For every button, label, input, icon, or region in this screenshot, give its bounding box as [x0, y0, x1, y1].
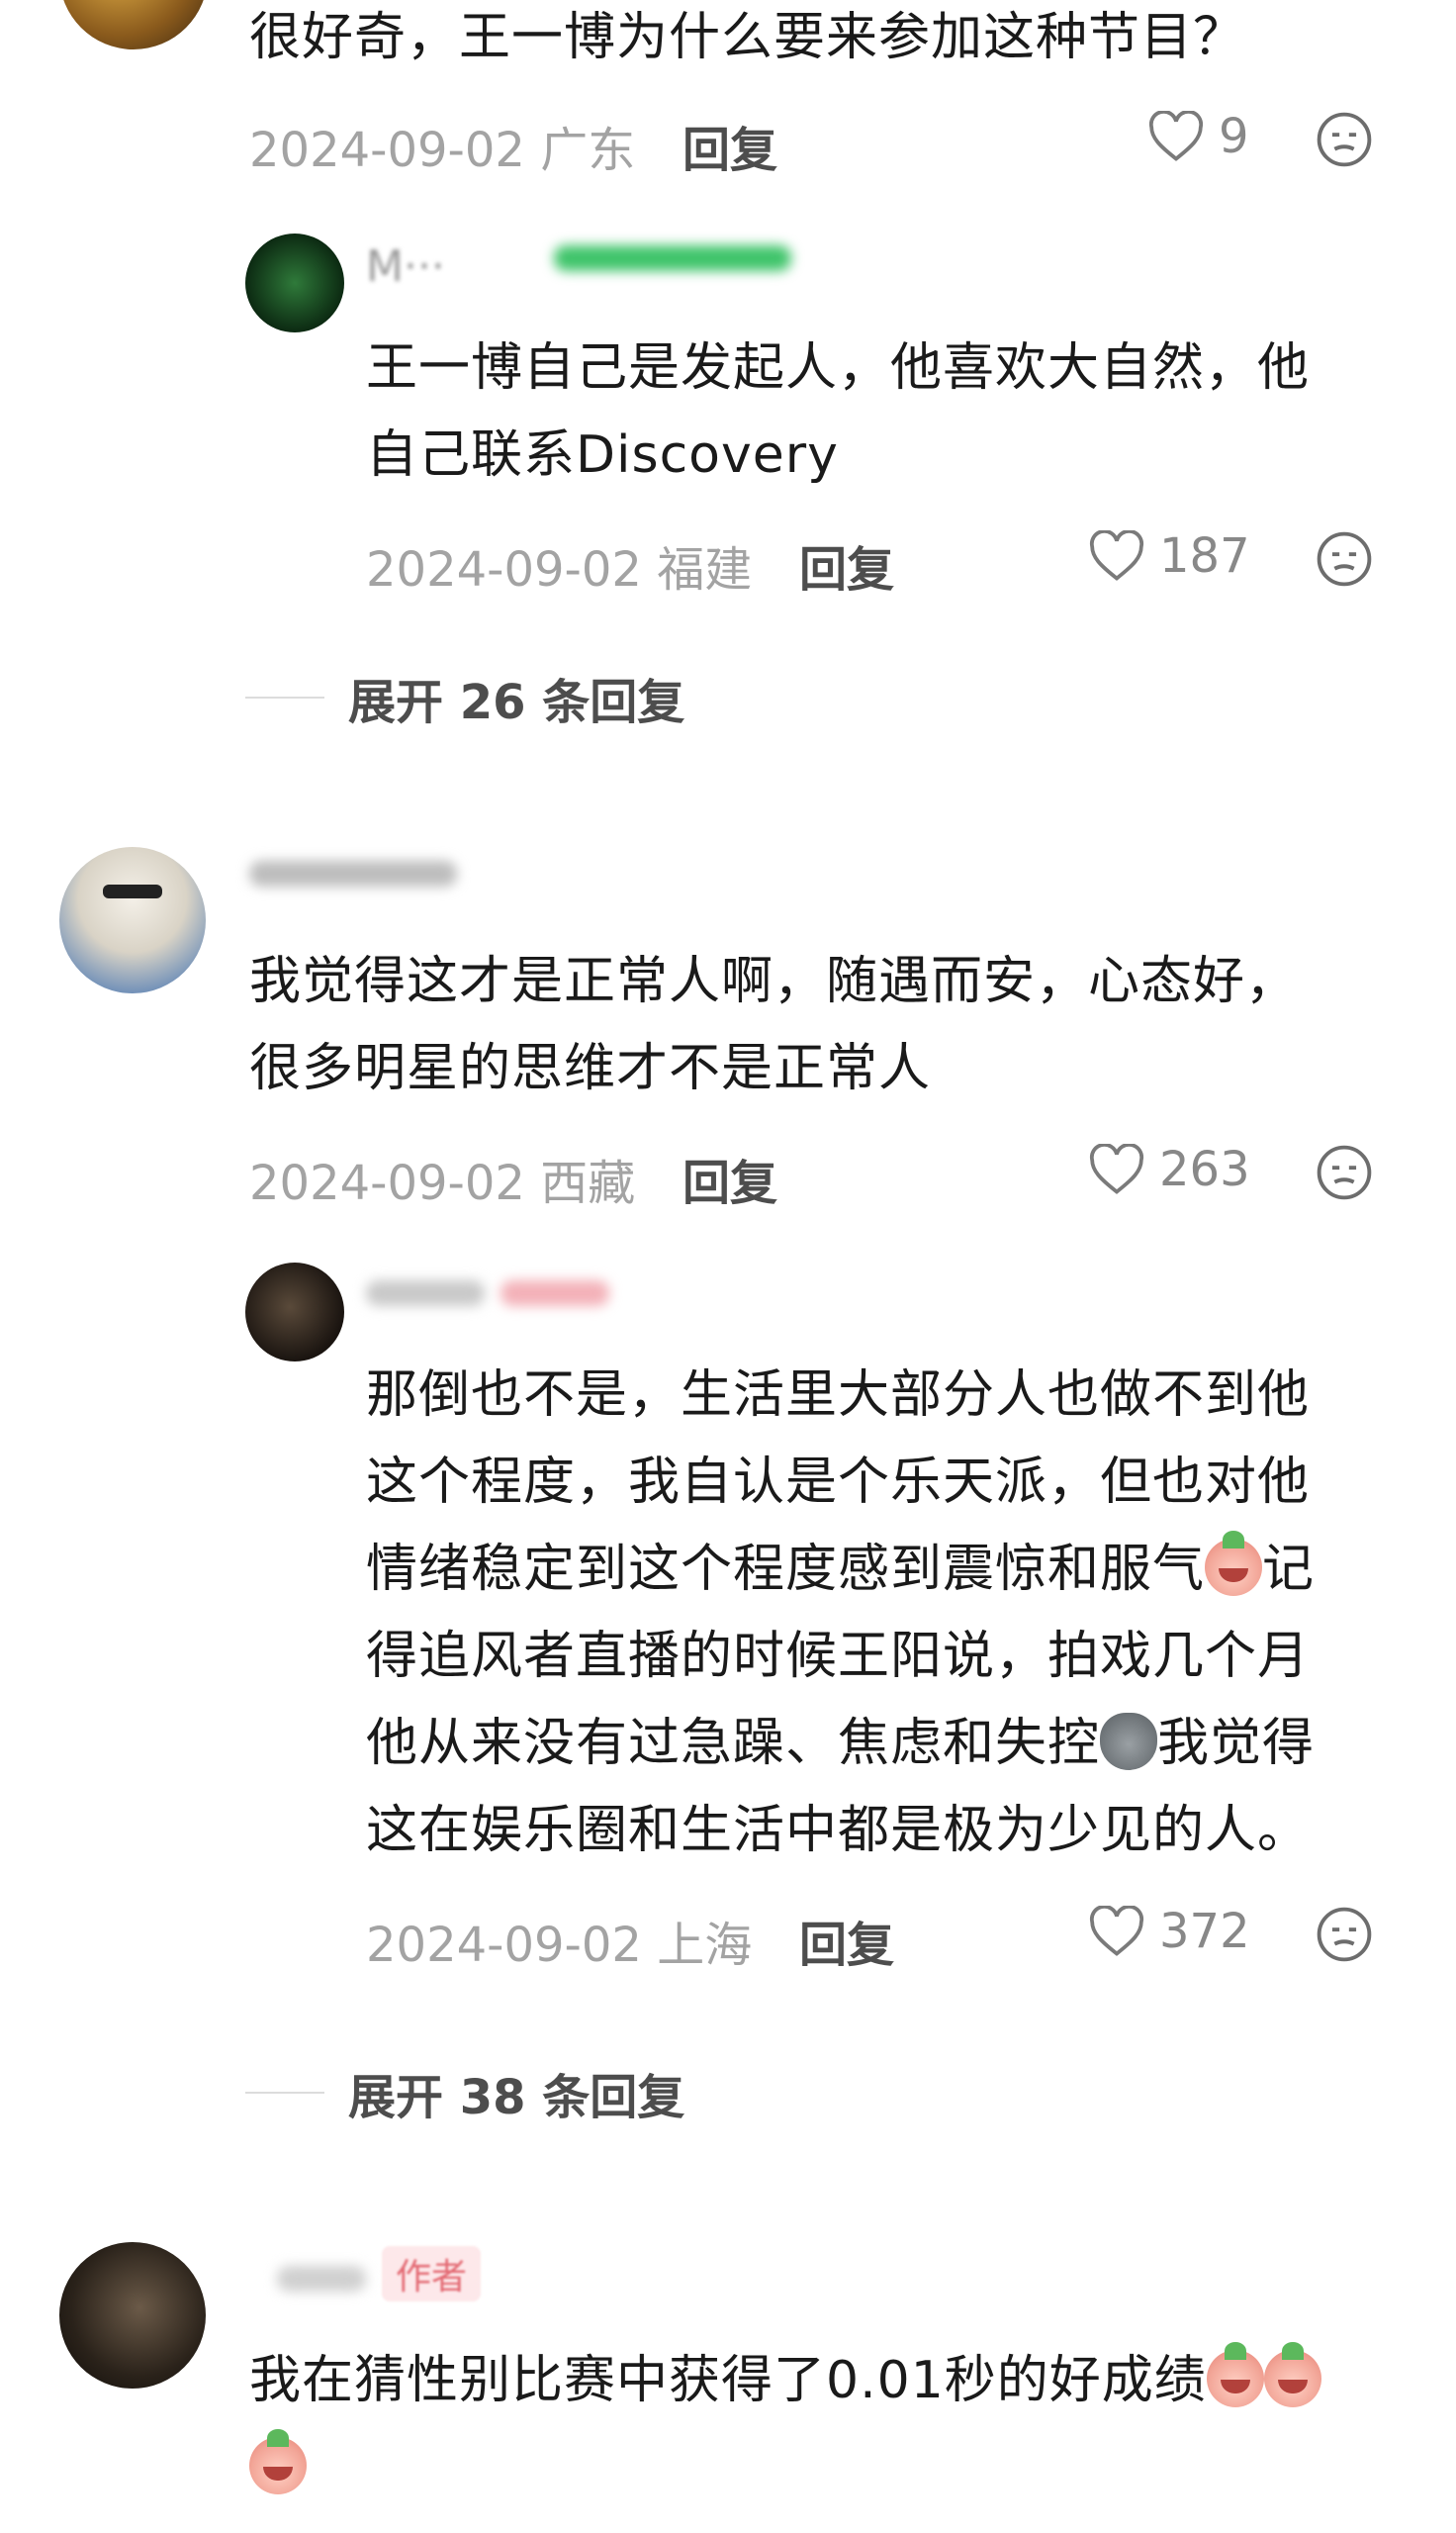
meh-face-icon[interactable]: [1316, 530, 1373, 588]
comment-location: 广东: [540, 123, 636, 178]
reply-text-segment: 情绪稳定到这个程度感到震惊和服气: [366, 1540, 1206, 1599]
reply-text-segment: 记: [1262, 1540, 1316, 1599]
reply-button[interactable]: 回复: [682, 1144, 777, 1213]
comment-text: 很好奇，王一博为什么要来参加这种节目？: [249, 8, 1246, 67]
reply-text-line: 情绪稳定到这个程度感到震惊和服气记: [366, 1526, 1315, 1613]
reply-button[interactable]: 回复: [799, 1906, 894, 1975]
like-button[interactable]: 263: [1088, 1142, 1250, 1197]
like-button[interactable]: 372: [1088, 1904, 1250, 1959]
reply-text-line: 王一博自己是发起人，他喜欢大自然，他: [366, 338, 1311, 398]
comment-meta: 2024-09-02 广东: [249, 111, 635, 180]
reply-avatar[interactable]: [245, 234, 344, 332]
crying-face-emoji: [249, 2429, 307, 2494]
reply-meta: 2024-09-02 福建: [366, 530, 752, 600]
reply-meta: 2024-09-02 上海: [366, 1906, 752, 1975]
meh-face-icon[interactable]: [1316, 1144, 1373, 1201]
reply-text-line: 这个程度，我自认是个乐天派，但也对他: [366, 1453, 1311, 1512]
reply-text-segment: 他从来没有过急躁、焦虑和失控: [366, 1714, 1101, 1773]
username-blurred[interactable]: [249, 861, 457, 887]
reply-text-line: 自己联系Discovery: [366, 425, 839, 485]
reply-date: 2024-09-02: [366, 1918, 642, 1973]
crying-face-emoji: [1263, 2342, 1321, 2407]
comment-date: 2024-09-02: [249, 1156, 525, 1211]
divider: [245, 697, 324, 699]
reply-button[interactable]: 回复: [799, 530, 894, 600]
reply-text-line: 那倒也不是，生活里大部分人也做不到他: [366, 1365, 1311, 1425]
like-count: 9: [1219, 109, 1249, 164]
meh-face-icon[interactable]: [1316, 111, 1373, 168]
heart-outline-icon: [1089, 1144, 1144, 1194]
reply-avatar[interactable]: [245, 1263, 344, 1361]
like-count: 263: [1159, 1142, 1250, 1197]
heart-outline-icon: [1089, 530, 1144, 581]
expand-label: 展开 38 条回复: [348, 2070, 685, 2125]
like-button[interactable]: 187: [1088, 528, 1250, 584]
reply-text-line: 得追风者直播的时候王阳说，拍戏几个月: [366, 1627, 1311, 1686]
expand-label: 展开 26 条回复: [348, 675, 685, 730]
user-avatar[interactable]: [59, 0, 208, 49]
reply-text-segment: 我觉得: [1157, 1714, 1316, 1773]
expand-replies-button[interactable]: 展开 26 条回复: [245, 663, 684, 732]
comment-location: 西藏: [540, 1156, 636, 1211]
username-badge: [554, 245, 791, 271]
reply-username[interactable]: M···: [366, 241, 445, 292]
username-blurred[interactable]: [277, 2266, 366, 2292]
like-count: 372: [1159, 1904, 1250, 1959]
comment-date: 2024-09-02: [249, 123, 525, 178]
meh-face-icon[interactable]: [1316, 1906, 1373, 1963]
reply-text-line: 这在娱乐圈和生活中都是极为少见的人。: [366, 1801, 1311, 1860]
like-button[interactable]: 9: [1147, 109, 1249, 164]
username-badge: [500, 1280, 609, 1306]
heart-outline-icon: [1148, 111, 1204, 161]
user-avatar[interactable]: [59, 2242, 206, 2389]
comment-text-line: 我觉得这才是正常人啊，随遇而安，心态好，: [249, 952, 1299, 1011]
sandbag-emoji: [1100, 1713, 1158, 1770]
comment-text-line: 我在猜性别比赛中获得了0.01秒的好成绩: [249, 2337, 1321, 2424]
reply-button[interactable]: 回复: [682, 111, 777, 180]
crying-face-emoji: [1206, 2342, 1264, 2407]
crying-face-emoji: [1205, 1531, 1263, 1596]
expand-replies-button[interactable]: 展开 38 条回复: [245, 2058, 684, 2127]
heart-outline-icon: [1089, 1906, 1144, 1956]
reply-date: 2024-09-02: [366, 542, 642, 598]
reply-location: 福建: [657, 542, 753, 598]
author-badge: 作者: [382, 2246, 482, 2301]
like-count: 187: [1159, 528, 1250, 584]
comment-text-line: 很多明星的思维才不是正常人: [249, 1039, 932, 1098]
username-blurred[interactable]: [366, 1280, 485, 1306]
reply-location: 上海: [657, 1918, 753, 1973]
comment-meta: 2024-09-02 西藏: [249, 1144, 635, 1213]
comment-text-line: [249, 2424, 307, 2511]
user-avatar[interactable]: [59, 847, 206, 993]
comment-text-segment: 我在猜性别比赛中获得了0.01秒的好成绩: [249, 2351, 1207, 2410]
reply-text-line: 他从来没有过急躁、焦虑和失控 我觉得: [366, 1700, 1315, 1787]
divider: [245, 2092, 324, 2094]
